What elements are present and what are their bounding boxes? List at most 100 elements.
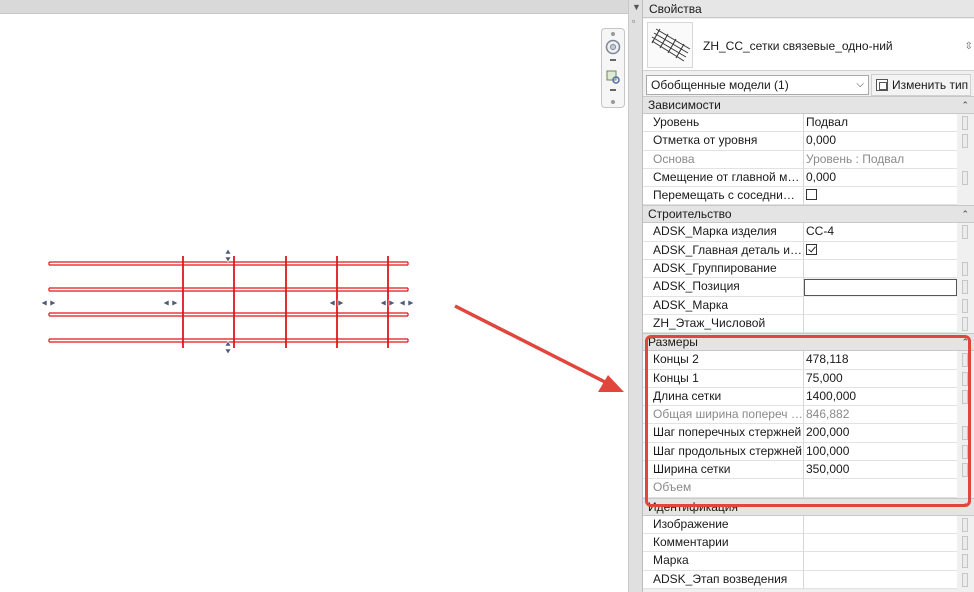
parameter-button[interactable] bbox=[962, 116, 968, 130]
property-row: Изображение bbox=[643, 515, 974, 534]
parameter-button[interactable] bbox=[962, 170, 968, 185]
property-row: ADSK_Главная деталь изде... bbox=[643, 241, 974, 261]
property-value[interactable] bbox=[804, 296, 957, 315]
parameter-button[interactable] bbox=[962, 572, 968, 587]
chevron-down-icon[interactable] bbox=[610, 89, 616, 91]
property-value[interactable] bbox=[804, 241, 957, 261]
parameter-button[interactable] bbox=[962, 444, 968, 459]
property-label: Концы 1 bbox=[643, 369, 804, 388]
property-row: Уровень Подвал bbox=[643, 114, 974, 133]
property-label: Уровень bbox=[643, 114, 804, 133]
parameter-button[interactable] bbox=[962, 535, 968, 550]
collapse-arrows-icon[interactable]: ⌃ bbox=[961, 334, 969, 351]
row-scroll-gutter bbox=[957, 442, 974, 462]
instance-filter-select[interactable]: Обобщенные модели (1) ⌵ bbox=[646, 75, 869, 95]
property-row: Основа Уровень : Подвал bbox=[643, 150, 974, 169]
panel-splitter[interactable]: ▼ ▫ bbox=[628, 0, 642, 592]
drawing-canvas[interactable] bbox=[0, 0, 628, 592]
property-row: Смещение от главной мод... 0,000 bbox=[643, 168, 974, 188]
collapse-arrows-icon[interactable]: ⌃ bbox=[961, 206, 969, 223]
steering-wheel-icon[interactable] bbox=[605, 39, 621, 55]
property-value[interactable]: Подвал bbox=[804, 114, 957, 133]
property-value[interactable] bbox=[804, 260, 957, 279]
property-checkbox[interactable] bbox=[806, 189, 817, 201]
group-header[interactable]: Зависимости ⌃ bbox=[643, 96, 974, 114]
parameter-button[interactable] bbox=[962, 554, 968, 569]
property-label: Шаг поперечных стержней bbox=[643, 424, 804, 443]
zoom-region-icon[interactable] bbox=[605, 69, 621, 85]
rebar-mesh-drawing[interactable] bbox=[0, 0, 628, 592]
navbar-grip-dot bbox=[611, 100, 615, 104]
transverse-bars bbox=[182, 256, 389, 348]
group-header[interactable]: Размеры ⌃ bbox=[643, 333, 974, 352]
row-scroll-gutter bbox=[957, 187, 974, 206]
property-label: Общая ширина попереч с... bbox=[643, 406, 804, 425]
group-title: Идентификация bbox=[648, 499, 738, 514]
property-row: ADSK_Позиция bbox=[643, 278, 974, 297]
panel-title: Свойства bbox=[643, 0, 974, 18]
property-value[interactable] bbox=[804, 314, 957, 334]
property-row: ADSK_Этап возведения bbox=[643, 570, 974, 589]
row-scroll-gutter bbox=[957, 387, 974, 407]
parameter-button[interactable] bbox=[962, 353, 968, 368]
group-title: Зависимости bbox=[648, 98, 721, 112]
property-row: ADSK_Группирование bbox=[643, 260, 974, 279]
property-value[interactable]: 0,000 bbox=[804, 132, 957, 151]
row-scroll-gutter bbox=[957, 150, 974, 169]
row-scroll-gutter bbox=[957, 479, 974, 498]
property-value[interactable]: 100,000 bbox=[804, 442, 957, 462]
row-scroll-gutter bbox=[957, 168, 974, 188]
property-value[interactable] bbox=[804, 187, 957, 206]
property-value[interactable] bbox=[804, 279, 957, 297]
property-row: ADSK_Марка bbox=[643, 296, 974, 315]
parameter-button[interactable] bbox=[962, 280, 968, 295]
property-value[interactable] bbox=[804, 552, 957, 571]
parameter-button[interactable] bbox=[962, 298, 968, 313]
parameter-button[interactable] bbox=[962, 134, 968, 149]
type-thumbnail bbox=[647, 22, 693, 68]
dock-icon[interactable]: ▫ bbox=[632, 16, 635, 26]
row-scroll-gutter bbox=[957, 278, 974, 297]
property-value[interactable]: 350,000 bbox=[804, 461, 957, 480]
group-title: Размеры bbox=[648, 335, 698, 350]
property-row: Концы 1 75,000 bbox=[643, 369, 974, 388]
property-value: Уровень : Подвал bbox=[804, 150, 957, 169]
collapse-arrows-icon[interactable]: ⌃ bbox=[961, 499, 969, 516]
parameter-button[interactable] bbox=[962, 389, 968, 404]
rebar-mesh-thumbnail-icon bbox=[651, 28, 691, 62]
edit-type-icon bbox=[876, 79, 888, 91]
property-value[interactable]: 75,000 bbox=[804, 369, 957, 388]
property-value[interactable]: СС-4 bbox=[804, 223, 957, 242]
group-header[interactable]: Строительство ⌃ bbox=[643, 205, 974, 224]
properties-table: Зависимости ⌃ Уровень Подвал Отметка от уров… bbox=[643, 96, 974, 589]
property-value[interactable] bbox=[804, 570, 957, 589]
type-scroll-icon[interactable]: ⇳ bbox=[965, 41, 973, 52]
property-label: ADSK_Позиция bbox=[643, 278, 804, 297]
parameter-button[interactable] bbox=[962, 371, 968, 386]
property-value[interactable]: 1400,000 bbox=[804, 387, 957, 407]
property-value[interactable]: 478,118 bbox=[804, 351, 957, 370]
row-scroll-gutter bbox=[957, 369, 974, 388]
property-row: Концы 2 478,118 bbox=[643, 351, 974, 370]
group-header[interactable]: Идентификация ⌃ bbox=[643, 497, 974, 516]
property-label: Отметка от уровня bbox=[643, 132, 804, 151]
row-scroll-gutter bbox=[957, 314, 974, 334]
property-value[interactable] bbox=[804, 515, 957, 534]
parameter-button[interactable] bbox=[962, 316, 968, 331]
chevron-down-icon[interactable] bbox=[610, 59, 616, 61]
property-row: Шаг продольных стержней 100,000 bbox=[643, 442, 974, 462]
type-selector[interactable]: ZH_CC_сетки связевые_одно-ний ⇳ bbox=[643, 19, 974, 71]
property-value[interactable]: 200,000 bbox=[804, 424, 957, 443]
parameter-button[interactable] bbox=[962, 225, 968, 240]
property-checkbox[interactable] bbox=[806, 243, 817, 255]
parameter-button[interactable] bbox=[962, 426, 968, 441]
collapse-arrows-icon[interactable]: ⌃ bbox=[961, 97, 969, 114]
property-value[interactable]: 0,000 bbox=[804, 168, 957, 188]
parameter-button[interactable] bbox=[962, 463, 968, 478]
parameter-button[interactable] bbox=[962, 262, 968, 277]
dropdown-arrow-icon[interactable]: ▼ bbox=[632, 2, 641, 12]
property-value[interactable] bbox=[804, 533, 957, 553]
parameter-button[interactable] bbox=[962, 517, 968, 532]
property-label: ADSK_Этап возведения bbox=[643, 570, 804, 589]
edit-type-button[interactable]: Изменить тип bbox=[871, 74, 971, 96]
